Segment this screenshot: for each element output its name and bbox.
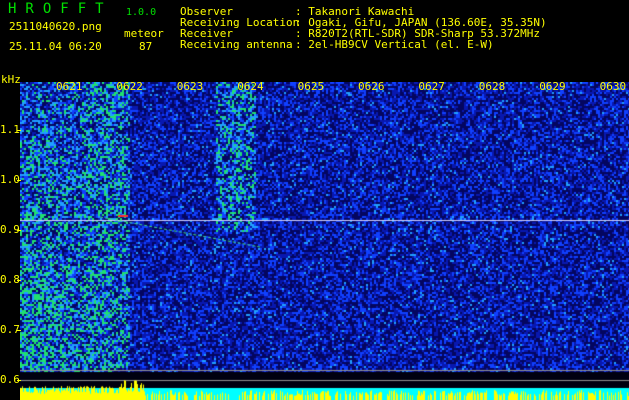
y-tick-mark (17, 380, 21, 381)
file-datetime: 25.11.04 06:20 (9, 40, 102, 53)
meteor-label: meteor (124, 27, 164, 40)
x-tick-label: 0623 (177, 80, 204, 93)
x-tick-label: 0624 (237, 80, 264, 93)
y-axis-label: kHz (1, 73, 21, 86)
x-tick-label: 0622 (116, 80, 143, 93)
y-tick-mark (17, 230, 21, 231)
x-tick-label: 0628 (479, 80, 506, 93)
x-tick-label: 0630 (600, 80, 627, 93)
x-tick-label: 0626 (358, 80, 385, 93)
x-tick-label: 0629 (539, 80, 566, 93)
app-title: HROFFT (8, 3, 113, 16)
y-tick-mark (17, 130, 21, 131)
y-tick-mark (17, 330, 21, 331)
x-tick-label: 0621 (56, 80, 83, 93)
info-label: Receiving antenna (180, 38, 293, 51)
meteor-count: 87 (139, 40, 152, 53)
y-tick-mark (17, 180, 21, 181)
info-value: : 2el-HB9CV Vertical (el. E-W) (295, 38, 494, 51)
y-tick-mark (17, 280, 21, 281)
file-name: 2511040620.png (9, 20, 102, 33)
x-tick-label: 0627 (418, 80, 445, 93)
x-tick-label: 0625 (298, 80, 325, 93)
spectrogram (20, 82, 629, 400)
app-version: 1.0.0 (126, 6, 156, 19)
